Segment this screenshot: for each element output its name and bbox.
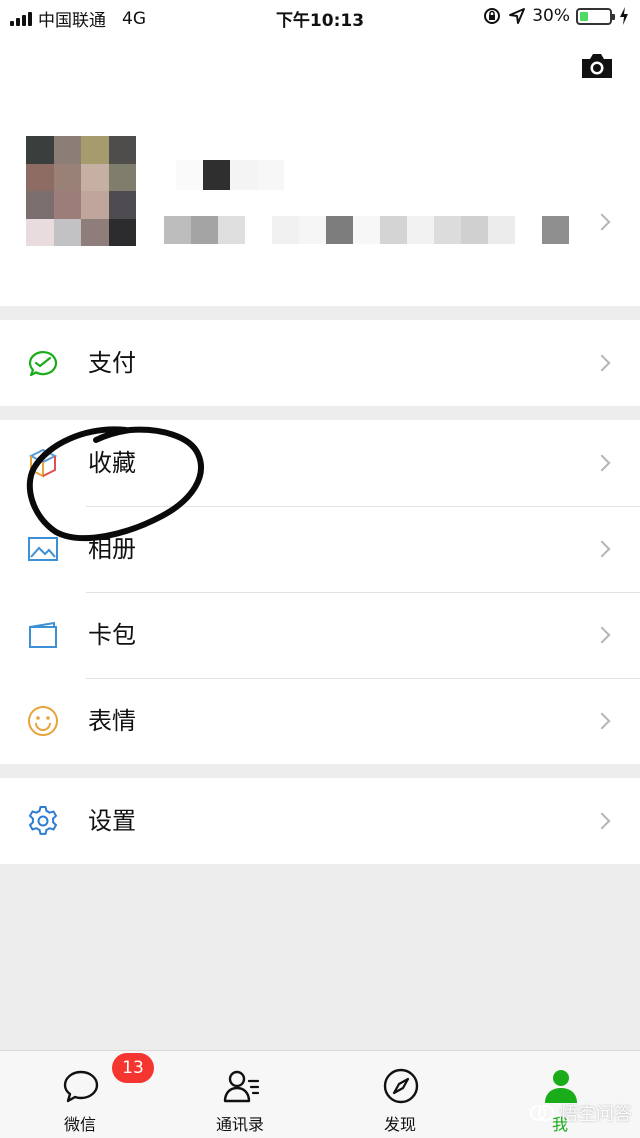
battery-percent: 30% [532,6,570,26]
card-wallet-icon [29,621,57,648]
avatar[interactable] [26,136,136,246]
album-icon [28,537,58,561]
chevron-right-icon [593,712,611,730]
menu-item-pay-label: 支付 [88,349,136,377]
contacts-icon [223,1070,260,1103]
tab-discover-label: 发现 [383,1115,416,1134]
location-arrow-icon [509,8,526,24]
gear-icon [28,806,58,835]
main-group: 收藏 相册 卡包 表情 [0,420,640,764]
watermark: 悟空问答 [528,1100,632,1126]
status-bar: 中国联通 4G 下午10:13 30% [0,0,640,34]
nickname-pixelated [176,160,284,190]
tab-discover[interactable]: 发现 [340,1051,460,1138]
favorites-cube-icon [28,448,58,478]
charging-bolt-icon [620,7,628,25]
pay-group: 支付 [0,320,640,406]
chevron-right-icon [593,812,611,830]
watermark-logo-icon [530,1105,554,1121]
chevron-right-icon [593,626,611,644]
menu-item-album[interactable]: 相册 [0,506,640,592]
rotation-lock-icon [484,8,501,24]
status-right: 30% [482,6,630,26]
menu-item-album-label: 相册 [88,535,136,563]
menu-item-favorites-label: 收藏 [88,449,136,477]
menu-item-card-wallet[interactable]: 卡包 [0,592,640,678]
menu-item-favorites[interactable]: 收藏 [0,420,640,506]
chevron-right-icon [593,454,611,472]
unread-badge: 13 [112,1053,154,1083]
tab-chats-label: 微信 [63,1115,96,1134]
chevron-right-icon [593,354,611,372]
tab-contacts-label: 通讯录 [215,1115,264,1134]
watermark-text: 悟空问答 [560,1104,632,1125]
menu-item-pay[interactable]: 支付 [0,320,640,406]
wechat-id-pixelated [164,216,569,244]
battery-fill [580,11,589,21]
battery-icon [576,7,615,25]
settings-group: 设置 [0,778,640,864]
tab-contacts[interactable]: 通讯录 [180,1051,300,1138]
menu-item-stickers[interactable]: 表情 [0,678,640,764]
compass-icon [383,1068,419,1104]
chevron-right-icon [593,540,611,558]
menu-item-settings[interactable]: 设置 [0,778,640,864]
chevron-right-icon [593,213,611,231]
menu-item-card-wallet-label: 卡包 [88,621,136,649]
menu-item-settings-label: 设置 [88,807,136,835]
chat-icon [63,1070,99,1103]
menu-item-stickers-label: 表情 [88,707,136,735]
profile-header[interactable] [0,34,640,306]
smiley-icon [28,706,58,736]
camera-icon[interactable] [580,52,614,80]
wechat-pay-icon [28,351,58,377]
tab-chats[interactable]: 13 微信 [20,1051,154,1138]
